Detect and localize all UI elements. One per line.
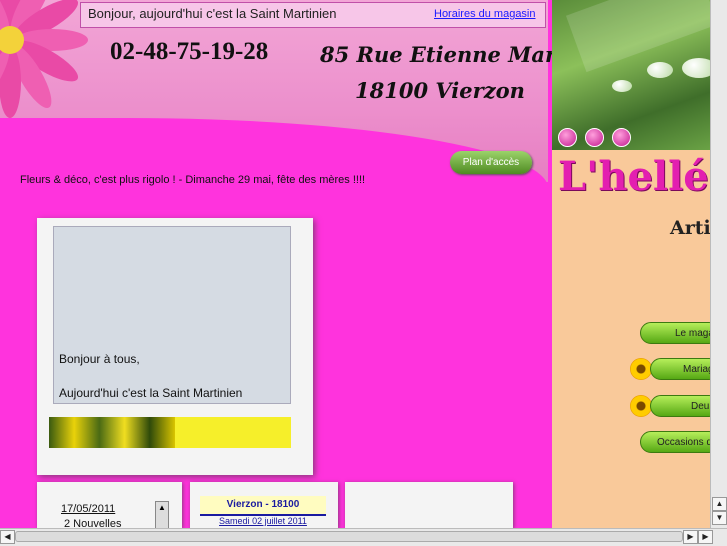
welcome-card-body (53, 226, 291, 404)
info-box (345, 482, 513, 528)
welcome-line-1: Bonjour à tous, (59, 352, 140, 366)
hours-link[interactable]: Horaires du magasin (434, 8, 536, 20)
email-icon[interactable] (558, 128, 577, 147)
horizontal-scroll-thumb[interactable] (15, 531, 683, 542)
daisy-icon (630, 358, 652, 380)
city-address: 18100 Vierzon (355, 78, 525, 103)
daisy-icon (630, 395, 652, 417)
menu-occasions-button[interactable]: Occasions di (640, 431, 720, 453)
menu-label: Le maga (675, 328, 714, 339)
menu-label: Occasions di (657, 437, 715, 448)
vertical-scrollbar[interactable]: ▲ ▼ (710, 0, 727, 528)
flower-decoration (0, 0, 88, 118)
weather-date: Samedi 02 juillet 2011 (219, 516, 307, 526)
scroll-up-icon[interactable]: ▲ (712, 497, 727, 511)
menu-label: Deuil (691, 401, 714, 412)
greeting-text: Bonjour, aujourd'hui c'est la Saint Mart… (88, 6, 337, 21)
weather-header: Vierzon - 18100 (200, 496, 326, 516)
tagline: Fleurs & déco, c'est plus rigolo ! - Dim… (20, 174, 366, 186)
info-icon[interactable] (585, 128, 604, 147)
street-address: 85 Rue Etienne Marcel (320, 42, 591, 67)
menu-magasin-button[interactable]: Le maga (640, 322, 720, 344)
brand-logo: L'hellé (558, 153, 709, 200)
scroll-down-icon[interactable]: ▼ (712, 511, 727, 525)
scroll-left-icon[interactable]: ◀ (0, 530, 15, 544)
plan-access-button[interactable]: Plan d'accès (450, 151, 532, 174)
scroll-right-icon[interactable]: ▶ (683, 530, 698, 544)
news-date-link[interactable]: 17/05/2011 (61, 503, 115, 515)
news-scroll-up-button[interactable]: ▲ (155, 501, 169, 531)
phone-number: 02-48-75-19-28 (110, 38, 269, 65)
welcome-line-2: Aujourd'hui c'est la Saint Martinien (59, 386, 243, 400)
flower-strip-image (49, 417, 175, 448)
leaf-photo (552, 0, 727, 150)
scroll-right-icon[interactable]: ▶ (698, 530, 713, 544)
favorite-icon[interactable] (612, 128, 631, 147)
